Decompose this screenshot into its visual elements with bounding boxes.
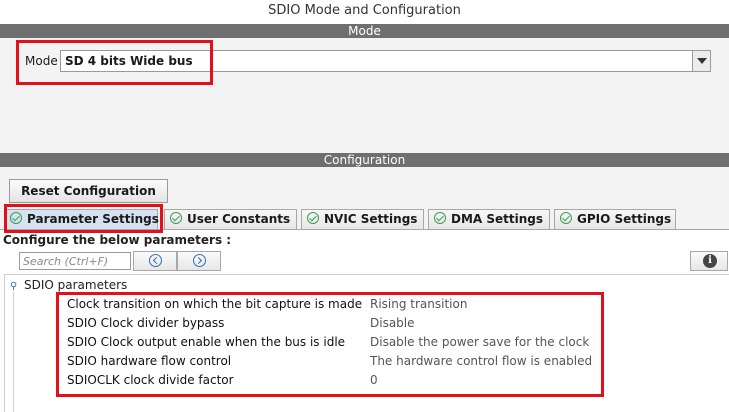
param-name: Clock transition on which the bit captur…: [67, 297, 363, 311]
info-icon: i: [703, 254, 717, 268]
tree-guide-line: [13, 292, 14, 412]
tab-label: NVIC Settings: [324, 212, 418, 226]
tab-user-constants[interactable]: User Constants: [164, 209, 297, 229]
check-circle-icon: [560, 212, 572, 224]
tab-parameter-settings[interactable]: Parameter Settings: [4, 209, 159, 229]
arrow-left-circle-icon: [149, 254, 162, 267]
param-value[interactable]: Rising transition: [370, 297, 467, 311]
tab-gpio-settings[interactable]: GPIO Settings: [554, 209, 676, 229]
search-input[interactable]: [20, 253, 130, 269]
tab-label: DMA Settings: [451, 212, 544, 226]
param-name: SDIO Clock output enable when the bus is…: [67, 335, 346, 349]
search-previous-button[interactable]: [133, 251, 177, 271]
check-circle-icon: [434, 212, 446, 224]
param-name: SDIO Clock divider bypass: [67, 316, 225, 330]
mode-dropdown[interactable]: SD 4 bits Wide bus: [60, 50, 711, 72]
tab-label: User Constants: [187, 212, 291, 226]
search-field[interactable]: [19, 252, 131, 270]
chevron-down-icon[interactable]: [692, 51, 710, 71]
configuration-section-header: Configuration: [0, 153, 729, 167]
param-value[interactable]: Disable: [370, 316, 415, 330]
check-circle-icon: [170, 212, 182, 224]
tab-label: Parameter Settings: [27, 212, 159, 226]
tree-group-label: SDIO parameters: [24, 278, 128, 292]
param-value[interactable]: 0: [370, 373, 378, 387]
configure-instructions: Configure the below parameters :: [3, 233, 232, 247]
param-value[interactable]: Disable the power save for the clock: [370, 335, 589, 349]
search-next-button[interactable]: [177, 251, 221, 271]
param-name: SDIOCLK clock divide factor: [67, 373, 234, 387]
tab-label: GPIO Settings: [577, 212, 672, 226]
tab-dma-settings[interactable]: DMA Settings: [428, 209, 550, 229]
reset-configuration-button[interactable]: Reset Configuration: [9, 179, 168, 203]
check-circle-icon: [10, 212, 22, 224]
arrow-right-circle-icon: [193, 254, 206, 267]
check-circle-icon: [307, 212, 319, 224]
mode-label: Mode: [25, 54, 58, 68]
tree-collapse-icon[interactable]: ⚲: [10, 281, 18, 292]
tab-nvic-settings[interactable]: NVIC Settings: [301, 209, 424, 229]
mode-section-header: Mode: [0, 24, 729, 38]
param-value[interactable]: The hardware control flow is enabled: [370, 354, 592, 368]
mode-dropdown-value: SD 4 bits Wide bus: [65, 54, 193, 68]
window-title: SDIO Mode and Configuration: [0, 0, 729, 22]
param-name: SDIO hardware flow control: [67, 354, 232, 368]
info-button[interactable]: i: [690, 251, 728, 271]
tree-group-sdio-parameters[interactable]: ⚲ SDIO parameters: [10, 278, 127, 292]
